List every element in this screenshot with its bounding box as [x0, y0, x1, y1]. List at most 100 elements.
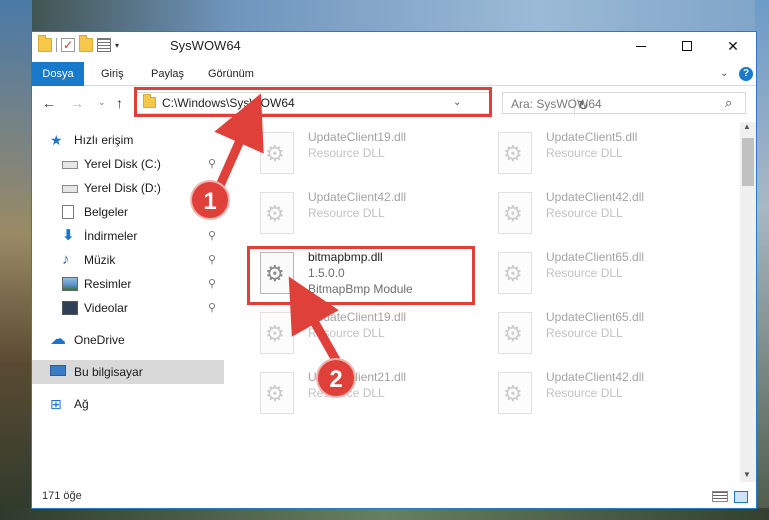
- tab-share[interactable]: Paylaş: [151, 62, 184, 86]
- file-name: UpdateClient19.dll: [308, 130, 407, 144]
- pin-icon[interactable]: ⚲: [208, 277, 216, 290]
- sidebar-item-label: Videolar: [84, 301, 128, 315]
- drive-icon: [62, 161, 78, 169]
- star-icon: ★: [50, 132, 63, 148]
- dll-file-icon: [498, 372, 532, 414]
- close-button[interactable]: ✕: [710, 32, 756, 60]
- pictures-icon: [62, 277, 78, 291]
- sidebar-item-local-disk-c[interactable]: Yerel Disk (C:) ⚲: [32, 152, 224, 176]
- recent-locations-button[interactable]: ⌄: [98, 97, 106, 108]
- sidebar-item-label: OneDrive: [74, 333, 125, 347]
- sidebar-item-label: İndirmeler: [84, 229, 138, 243]
- pin-icon[interactable]: ⚲: [208, 229, 216, 242]
- sidebar-item-pictures[interactable]: Resimler ⚲: [32, 272, 224, 296]
- file-description: Resource DLL: [546, 206, 623, 220]
- sidebar-item-onedrive[interactable]: ☁ OneDrive: [32, 328, 224, 352]
- tab-home[interactable]: Giriş: [101, 62, 124, 86]
- tab-file[interactable]: Dosya: [32, 62, 84, 86]
- back-button[interactable]: ←: [42, 95, 56, 111]
- step-badge-1: 1: [190, 180, 230, 220]
- sidebar-item-label: Bu bilgisayar: [74, 365, 143, 379]
- desktop-background-top: [0, 0, 769, 32]
- drive-icon: [62, 185, 78, 193]
- list-item[interactable]: UpdateClient65.dll Resource DLL: [480, 246, 700, 306]
- search-icon[interactable]: ⌕: [725, 95, 732, 111]
- list-item[interactable]: UpdateClient5.dll Resource DLL: [480, 126, 700, 186]
- properties-check-icon[interactable]: ✓: [61, 38, 75, 52]
- network-icon: ⊞: [50, 396, 62, 412]
- sidebar-item-quick-access[interactable]: ★ Hızlı erişim: [32, 128, 224, 152]
- sidebar-item-label: Yerel Disk (C:): [84, 157, 161, 171]
- step-badge-2: 2: [316, 358, 356, 398]
- details-view-icon[interactable]: [712, 491, 728, 502]
- file-description: Resource DLL: [546, 326, 623, 340]
- customize-view-icon[interactable]: [97, 38, 111, 52]
- list-item[interactable]: UpdateClient42.dll Resource DLL: [480, 366, 700, 426]
- pin-icon[interactable]: ⚲: [208, 157, 216, 170]
- sidebar-item-label: Yerel Disk (D:): [84, 181, 161, 195]
- sidebar-item-videos[interactable]: Videolar ⚲: [32, 296, 224, 320]
- music-icon: ♪: [62, 251, 70, 268]
- sidebar-item-label: Ağ: [74, 397, 89, 411]
- file-name: UpdateClient42.dll: [546, 370, 645, 384]
- maximize-button[interactable]: [664, 32, 710, 60]
- window-title: SysWOW64: [170, 38, 241, 53]
- forward-button[interactable]: →: [70, 95, 84, 111]
- scrollbar-thumb[interactable]: [742, 138, 754, 186]
- qat-dropdown-icon[interactable]: ▾: [115, 41, 119, 50]
- file-description: Resource DLL: [546, 266, 623, 280]
- scroll-down-icon[interactable]: ▼: [743, 470, 751, 479]
- sidebar-item-music[interactable]: ♪ Müzik ⚲: [32, 248, 224, 272]
- dll-file-icon: [260, 312, 294, 354]
- list-item[interactable]: UpdateClient19.dll Resource DLL: [242, 126, 462, 186]
- sidebar-item-network[interactable]: ⊞ Ağ: [32, 392, 224, 416]
- maximize-icon: [682, 41, 692, 51]
- ribbon-tabs: Dosya Giriş Paylaş Görünüm ⌄ ?: [32, 62, 756, 86]
- file-description: Resource DLL: [546, 386, 623, 400]
- file-name: UpdateClient5.dll: [546, 130, 638, 144]
- sidebar-item-label: Resimler: [84, 277, 132, 291]
- search-input[interactable]: Ara: SysWOW64 ⌕: [502, 92, 746, 114]
- close-icon: ✕: [727, 37, 739, 54]
- sidebar-item-label: Müzik: [84, 253, 116, 267]
- file-highlight: [247, 246, 475, 305]
- desktop-background-left: [0, 0, 32, 520]
- sidebar-item-downloads[interactable]: ⬇ İndirmeler ⚲: [32, 224, 224, 248]
- sidebar-item-label: Belgeler: [84, 205, 129, 219]
- computer-icon: [50, 365, 66, 376]
- minimize-button[interactable]: [618, 32, 664, 60]
- list-item[interactable]: UpdateClient42.dll Resource DLL: [242, 186, 462, 246]
- list-item[interactable]: UpdateClient65.dll Resource DLL: [480, 306, 700, 366]
- scroll-up-icon[interactable]: ▲: [743, 122, 751, 131]
- pin-icon[interactable]: ⚲: [208, 253, 216, 266]
- tab-view[interactable]: Görünüm: [208, 62, 254, 86]
- sidebar-item-this-pc[interactable]: Bu bilgisayar: [32, 360, 224, 384]
- up-button[interactable]: ↑: [116, 95, 123, 111]
- tiles-view-icon[interactable]: [734, 491, 748, 503]
- pin-icon[interactable]: ⚲: [208, 301, 216, 314]
- minimize-icon: [636, 45, 646, 47]
- sidebar-item-label: Hızlı erişim: [74, 133, 134, 147]
- new-folder-icon[interactable]: [79, 35, 93, 52]
- dll-file-icon: [498, 312, 532, 354]
- file-description: Resource DLL: [308, 326, 385, 340]
- list-item[interactable]: UpdateClient19.dll Resource DLL: [242, 306, 462, 366]
- list-item[interactable]: UpdateClient42.dll Resource DLL: [480, 186, 700, 246]
- expand-ribbon-icon[interactable]: ⌄: [720, 68, 728, 79]
- vertical-scrollbar[interactable]: ▲ ▼: [740, 122, 756, 482]
- dll-file-icon: [260, 372, 294, 414]
- videos-icon: [62, 301, 78, 315]
- search-placeholder: Ara: SysWOW64: [511, 97, 602, 111]
- file-description: Resource DLL: [546, 146, 623, 160]
- file-description: Resource DLL: [308, 146, 385, 160]
- download-icon: ⬇: [62, 227, 75, 244]
- help-icon[interactable]: ?: [739, 67, 753, 81]
- cloud-icon: ☁: [50, 331, 66, 348]
- dll-file-icon: [498, 252, 532, 294]
- item-count: 171 öğe: [42, 490, 82, 502]
- desktop-background-bottom: [0, 508, 769, 520]
- status-bar: 171 öğe: [32, 486, 756, 508]
- toolbar-separator: [56, 38, 57, 52]
- desktop-background-right: [755, 0, 769, 520]
- file-description: Resource DLL: [308, 206, 385, 220]
